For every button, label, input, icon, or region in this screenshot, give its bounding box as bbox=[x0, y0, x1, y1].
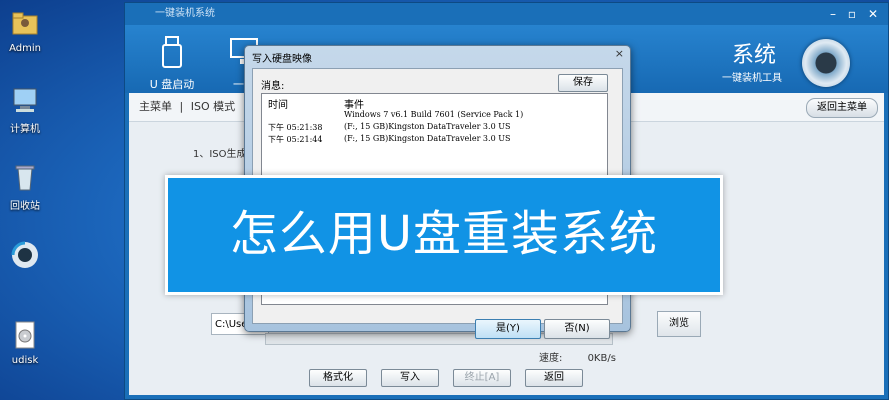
browse-button[interactable]: 浏览 bbox=[657, 311, 701, 337]
desktop-icon-udisk[interactable]: udisk bbox=[2, 320, 48, 366]
desktop-icon-admin[interactable]: Admin bbox=[2, 8, 48, 54]
computer-icon bbox=[13, 88, 37, 112]
breadcrumb-home[interactable]: 主菜单 bbox=[139, 100, 172, 113]
desktop-icon-label: Admin bbox=[9, 43, 41, 54]
desktop-icon-label: 计算机 bbox=[10, 124, 40, 135]
brand-title: 系统 bbox=[731, 43, 776, 68]
message-label: 消息: bbox=[261, 81, 285, 92]
desktop-icon-label: 回收站 bbox=[10, 201, 40, 212]
dialog-close-icon[interactable]: × bbox=[615, 47, 624, 60]
format-button[interactable]: 格式化 bbox=[309, 369, 367, 387]
desktop-icon-app[interactable] bbox=[2, 240, 48, 275]
user-folder-icon bbox=[12, 12, 38, 35]
recycle-bin-icon bbox=[15, 165, 35, 191]
back-to-main-button[interactable]: 返回主菜单 bbox=[806, 98, 878, 118]
yes-button[interactable]: 是(Y) bbox=[475, 319, 541, 339]
close-icon[interactable]: ✕ bbox=[868, 7, 878, 21]
brand-logo-icon bbox=[802, 39, 850, 87]
maximize-icon[interactable]: ▫ bbox=[848, 7, 856, 21]
no-button[interactable]: 否(N) bbox=[544, 319, 610, 339]
dialog-title: 写入硬盘映像 bbox=[252, 54, 312, 65]
write-button[interactable]: 写入 bbox=[381, 369, 439, 387]
toolbar-label: U 盘启动 bbox=[149, 78, 195, 91]
column-event: 事件 bbox=[344, 100, 364, 111]
breadcrumb-current: ISO 模式 bbox=[190, 100, 236, 113]
toolbar-usb-boot[interactable]: U 盘启动 bbox=[137, 35, 207, 92]
breadcrumb-separator: | bbox=[179, 100, 184, 113]
column-time: 时间 bbox=[268, 100, 288, 111]
app-title: 一键装机系统 bbox=[155, 8, 215, 19]
app-logo-icon bbox=[11, 241, 38, 268]
stop-button[interactable]: 终止[A] bbox=[453, 369, 511, 387]
table-row: Windows 7 v6.1 Build 7601 (Service Pack … bbox=[262, 110, 607, 122]
speed-label: 速度: bbox=[539, 353, 563, 364]
minimize-icon[interactable]: – bbox=[830, 7, 836, 21]
row-event: Windows 7 v6.1 Build 7601 (Service Pack … bbox=[344, 110, 524, 119]
speed-readout: 速度: 0KB/s bbox=[539, 349, 616, 364]
table-row: 下午 05:21:44 (F:, 15 GB)Kingston DataTrav… bbox=[262, 134, 607, 146]
desktop-icon-computer[interactable]: 计算机 bbox=[2, 85, 48, 135]
table-row: 下午 05:21:38 (F:, 15 GB)Kingston DataTrav… bbox=[262, 122, 607, 134]
brand-subtitle: 一键装机工具 bbox=[722, 73, 782, 84]
back-button[interactable]: 返回 bbox=[525, 369, 583, 387]
row-event: (F:, 15 GB)Kingston DataTraveler 3.0 US bbox=[344, 134, 511, 143]
disc-file-icon bbox=[15, 321, 35, 349]
usb-drive-icon bbox=[162, 36, 182, 68]
row-time: 下午 05:21:38 bbox=[268, 123, 323, 132]
title-banner: 怎么用U盘重装系统 bbox=[165, 175, 723, 295]
speed-value: 0KB/s bbox=[587, 353, 616, 364]
row-event: (F:, 15 GB)Kingston DataTraveler 3.0 US bbox=[344, 122, 511, 131]
save-button[interactable]: 保存 bbox=[558, 74, 608, 92]
row-time: 下午 05:21:44 bbox=[268, 135, 323, 144]
desktop-icon-label: udisk bbox=[11, 355, 39, 366]
desktop-icon-recycle-bin[interactable]: 回收站 bbox=[2, 162, 48, 212]
